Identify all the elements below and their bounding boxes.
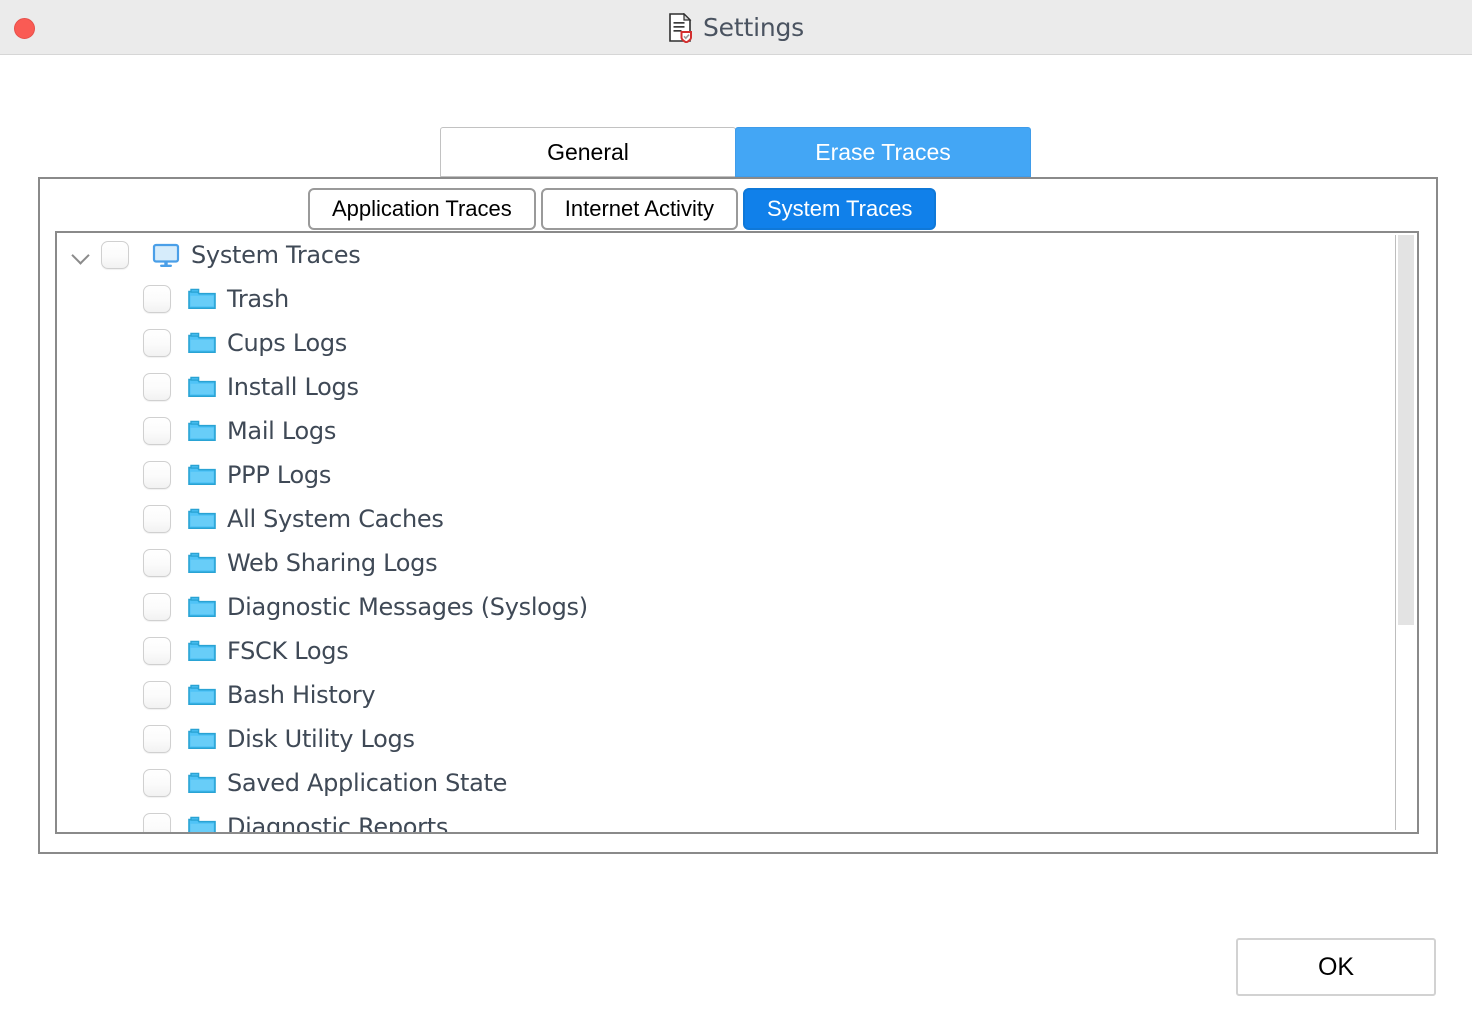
tree-item-row[interactable]: All System Caches xyxy=(57,497,1397,541)
chevron-down-icon[interactable] xyxy=(67,241,95,269)
folder-icon xyxy=(187,592,217,622)
document-shield-icon xyxy=(668,12,694,43)
folder-icon xyxy=(187,768,217,798)
tree-item-label: PPP Logs xyxy=(227,461,332,489)
window-title-bar: Settings xyxy=(0,0,1472,55)
checkbox-tree-item[interactable] xyxy=(143,725,171,753)
tree-item-label: Diagnostic Messages (Syslogs) xyxy=(227,593,588,621)
tab-erase-traces[interactable]: Erase Traces xyxy=(735,127,1031,177)
tree-item-label: Diagnostic Reports xyxy=(227,813,449,832)
window-title-group: Settings xyxy=(0,0,1472,55)
checkbox-tree-item[interactable] xyxy=(143,769,171,797)
list-viewport: System Traces Trash Cups Logs Install Logs… xyxy=(57,233,1397,832)
checkbox-tree-item[interactable] xyxy=(143,505,171,533)
checkbox-tree-item[interactable] xyxy=(143,593,171,621)
tree-item-label: Cups Logs xyxy=(227,329,348,357)
checkbox-tree-item[interactable] xyxy=(143,461,171,489)
monitor-icon xyxy=(151,240,181,270)
tab-internet-activity[interactable]: Internet Activity xyxy=(540,188,738,230)
tree-item-label: Mail Logs xyxy=(227,417,337,445)
tree-item-row[interactable]: Disk Utility Logs xyxy=(57,717,1397,761)
folder-icon xyxy=(187,548,217,578)
tree-item-label: Bash History xyxy=(227,681,376,709)
folder-icon xyxy=(187,680,217,710)
tree-item-label: Trash xyxy=(227,285,289,313)
scrollbar-thumb[interactable] xyxy=(1398,235,1414,625)
tree-item-label: All System Caches xyxy=(227,505,444,533)
tree-item-row[interactable]: Diagnostic Messages (Syslogs) xyxy=(57,585,1397,629)
system-traces-list: System Traces Trash Cups Logs Install Logs… xyxy=(55,231,1419,834)
tree-item-row[interactable]: Mail Logs xyxy=(57,409,1397,453)
checkbox-tree-item[interactable] xyxy=(143,373,171,401)
tree-item-row[interactable]: Trash xyxy=(57,277,1397,321)
tree-item-label: FSCK Logs xyxy=(227,637,349,665)
tree-item-row[interactable]: Install Logs xyxy=(57,365,1397,409)
tree-item-row[interactable]: FSCK Logs xyxy=(57,629,1397,673)
checkbox-tree-item[interactable] xyxy=(143,637,171,665)
folder-icon xyxy=(187,460,217,490)
folder-icon xyxy=(187,284,217,314)
checkbox-tree-item[interactable] xyxy=(143,681,171,709)
tab-system-traces[interactable]: System Traces xyxy=(742,188,937,230)
tree-root-row[interactable]: System Traces xyxy=(57,233,1397,277)
folder-icon xyxy=(187,724,217,754)
tree-item-label: Disk Utility Logs xyxy=(227,725,415,753)
tree-item-label: Saved Application State xyxy=(227,769,508,797)
checkbox-tree-item[interactable] xyxy=(143,417,171,445)
tree-item-row[interactable]: Saved Application State xyxy=(57,761,1397,805)
list-scrollbar[interactable] xyxy=(1395,235,1415,830)
secondary-tab-bar: Application Traces Internet Activity Sys… xyxy=(308,188,937,230)
tree-item-row[interactable]: Diagnostic Reports xyxy=(57,805,1397,832)
tab-application-traces[interactable]: Application Traces xyxy=(308,188,536,230)
tree-item-label: Web Sharing Logs xyxy=(227,549,438,577)
primary-tab-bar: General Erase Traces xyxy=(440,127,1031,177)
checkbox-tree-item[interactable] xyxy=(143,329,171,357)
folder-icon xyxy=(187,812,217,832)
folder-icon xyxy=(187,372,217,402)
tree-root-label: System Traces xyxy=(191,241,361,269)
folder-icon xyxy=(187,636,217,666)
tree-item-row[interactable]: Web Sharing Logs xyxy=(57,541,1397,585)
tree-item-row[interactable]: Cups Logs xyxy=(57,321,1397,365)
tree-item-label: Install Logs xyxy=(227,373,359,401)
window-title: Settings xyxy=(703,13,804,42)
tab-general[interactable]: General xyxy=(440,127,736,177)
checkbox-tree-item[interactable] xyxy=(143,813,171,832)
ok-button[interactable]: OK xyxy=(1236,938,1436,996)
folder-icon xyxy=(187,328,217,358)
tree-item-row[interactable]: PPP Logs xyxy=(57,453,1397,497)
checkbox-tree-item[interactable] xyxy=(143,549,171,577)
tree-item-row[interactable]: Bash History xyxy=(57,673,1397,717)
checkbox-system-traces[interactable] xyxy=(101,241,129,269)
checkbox-tree-item[interactable] xyxy=(143,285,171,313)
folder-icon xyxy=(187,504,217,534)
folder-icon xyxy=(187,416,217,446)
